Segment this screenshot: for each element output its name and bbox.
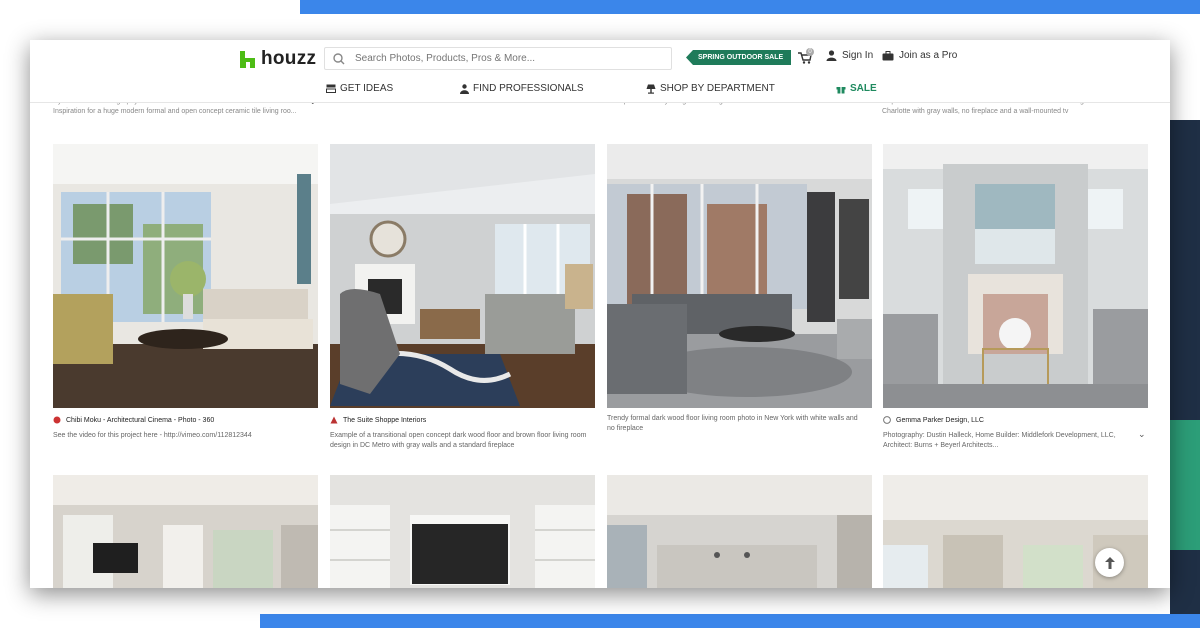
sign-in-link[interactable]: Sign In xyxy=(826,50,873,61)
nav-sale-label: SALE xyxy=(850,83,877,94)
search-bar[interactable] xyxy=(324,47,672,70)
photo-credit[interactable]: Gemma Parker Design, LLC xyxy=(883,416,984,424)
pro-avatar-icon xyxy=(53,416,61,424)
join-as-pro-link[interactable]: Join as a Pro xyxy=(882,50,957,61)
gift-icon xyxy=(836,86,846,93)
spring-sale-badge[interactable]: SPRING OUTDOOR SALE xyxy=(686,50,792,65)
decor-stripe-bottom xyxy=(260,614,1200,628)
photo-credit[interactable]: Chibi Moku - Architectural Cinema - Phot… xyxy=(53,416,214,424)
briefcase-icon xyxy=(882,50,894,60)
decor-stripe-top xyxy=(300,0,1200,14)
photo-description: Trendy formal dark wood floor living roo… xyxy=(607,415,858,432)
back-to-top-button[interactable] xyxy=(1095,548,1124,577)
nav-find-professionals-label: FIND PROFESSIONALS xyxy=(473,83,584,94)
nav-sale[interactable]: SALE xyxy=(836,83,877,94)
arrow-up-icon xyxy=(1104,556,1115,569)
search-input[interactable] xyxy=(353,52,671,65)
nav-get-ideas[interactable]: GET IDEAS xyxy=(326,83,393,94)
browser-window: houzz SPRING OUTDOOR SALE 0 Sign In xyxy=(30,40,1170,588)
room-photo[interactable] xyxy=(607,475,872,588)
chevron-down-icon[interactable]: ⌄ xyxy=(1138,429,1146,440)
decor-dark-band xyxy=(1170,120,1200,628)
pro-avatar-icon xyxy=(330,416,338,424)
lamp-icon xyxy=(646,84,656,94)
credit-label: The Suite Shoppe Interiors xyxy=(343,416,427,424)
houzz-logo[interactable]: houzz xyxy=(240,48,316,70)
nav-find-professionals[interactable]: FIND PROFESSIONALS xyxy=(460,83,584,94)
user-icon xyxy=(826,50,837,61)
nav-shop-by-department[interactable]: SHOP BY DEPARTMENT xyxy=(646,83,775,94)
prev-desc-1: Inspiration for a huge modern formal and… xyxy=(53,108,297,115)
ideas-icon xyxy=(326,84,336,93)
room-photo[interactable] xyxy=(607,144,872,408)
nav-get-ideas-label: GET IDEAS xyxy=(340,83,394,94)
main-nav: GET IDEAS FIND PROFESSIONALS SHOP BY DEP… xyxy=(30,81,1170,101)
houzz-logo-icon xyxy=(240,50,255,68)
room-photo[interactable] xyxy=(883,144,1148,408)
sign-in-label: Sign In xyxy=(842,50,874,61)
cart-count-badge: 0 xyxy=(806,48,814,56)
pro-avatar-icon xyxy=(883,416,891,424)
room-photo[interactable] xyxy=(53,144,318,408)
join-as-pro-label: Join as a Pro xyxy=(899,50,958,61)
professional-icon xyxy=(460,83,469,94)
room-photo[interactable] xyxy=(53,475,318,588)
room-photo[interactable] xyxy=(330,475,595,588)
credit-label: Chibi Moku - Architectural Cinema - Phot… xyxy=(66,416,215,424)
photo-credit[interactable]: The Suite Shoppe Interiors xyxy=(330,416,426,424)
credit-label: Gemma Parker Design, LLC xyxy=(896,416,984,424)
room-photo[interactable] xyxy=(330,144,595,408)
photo-description: Example of a transitional open concept d… xyxy=(330,432,587,449)
photo-description: Photography: Dustin Halleck, Home Builde… xyxy=(883,432,1116,449)
photo-description: See the video for this project here - ht… xyxy=(53,432,252,439)
photo-grid: Ryan Gamma Photography Inspiration for a… xyxy=(30,96,1170,588)
search-icon xyxy=(333,52,345,64)
nav-shop-label: SHOP BY DEPARTMENT xyxy=(660,83,775,94)
decor-green-band xyxy=(1170,420,1200,550)
logo-text: houzz xyxy=(261,48,317,69)
site-header: houzz SPRING OUTDOOR SALE 0 Sign In xyxy=(30,40,1170,103)
